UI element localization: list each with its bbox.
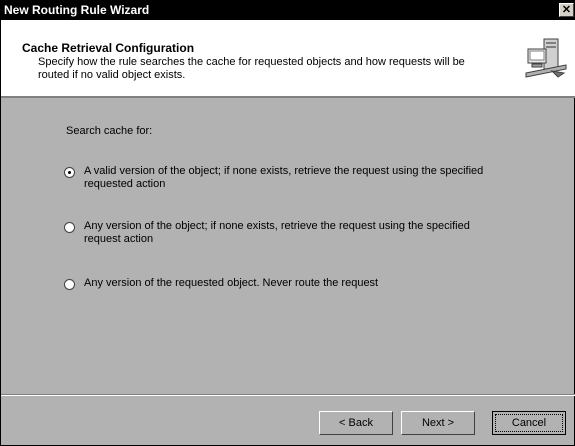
radio-never-route[interactable] xyxy=(64,279,75,290)
option-valid-version-label: A valid version of the object; if none e… xyxy=(84,165,484,190)
cancel-button[interactable]: Cancel xyxy=(492,411,566,435)
footer-divider xyxy=(1,394,575,396)
title-bar[interactable]: New Routing Rule Wizard ✕ xyxy=(1,1,575,20)
wizard-window: New Routing Rule Wizard ✕ Cache Retrieva… xyxy=(0,0,575,446)
page-title: Cache Retrieval Configuration xyxy=(22,41,195,55)
option-any-version-label: Any version of the object; if none exist… xyxy=(84,220,470,245)
option-never-route[interactable]: Any version of the requested object. Nev… xyxy=(64,277,484,293)
option-any-version[interactable]: Any version of the object; if none exist… xyxy=(64,220,484,250)
close-button[interactable]: ✕ xyxy=(559,3,574,17)
window-title: New Routing Rule Wizard xyxy=(4,3,150,17)
close-icon: ✕ xyxy=(561,4,572,16)
next-button[interactable]: Next > xyxy=(401,411,475,435)
option-valid-version[interactable]: A valid version of the object; if none e… xyxy=(64,165,484,195)
radio-valid-version[interactable] xyxy=(64,167,75,178)
search-cache-label: Search cache for: xyxy=(66,125,153,137)
wizard-computer-icon xyxy=(522,33,570,81)
radio-any-version[interactable] xyxy=(64,222,75,233)
page-description: Specify how the rule searches the cache … xyxy=(38,56,465,81)
wizard-header: Cache Retrieval Configuration Specify ho… xyxy=(1,20,575,98)
option-never-route-label: Any version of the requested object. Nev… xyxy=(84,277,379,289)
back-button[interactable]: < Back xyxy=(319,411,393,435)
